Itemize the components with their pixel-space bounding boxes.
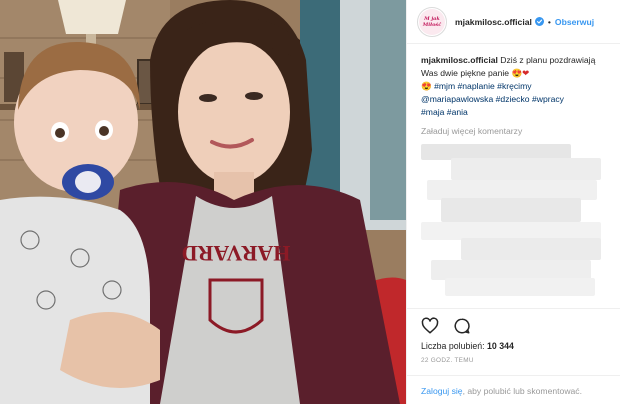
avatar-logo: M jak Miłość: [419, 8, 445, 35]
post-actions-section: Liczba polubień: 10 344 22 GODZ. TEMU Za…: [407, 308, 620, 404]
post-caption: mjakmilosc.official Dziś z planu pozdraw…: [421, 54, 613, 119]
likes-label: Liczba polubień:: [421, 341, 488, 351]
follow-button[interactable]: Obserwuj: [555, 17, 594, 27]
comment-icon[interactable]: [453, 317, 471, 335]
login-prompt-text: , aby polubić lub skomentować.: [462, 385, 582, 396]
hashtag-link[interactable]: #wpracy: [532, 94, 564, 104]
header-separator: •: [547, 16, 551, 27]
action-icons: [421, 317, 471, 335]
heart-icon[interactable]: [421, 317, 439, 335]
load-more-comments-link[interactable]: Załaduj więcej komentarzy: [421, 126, 522, 136]
hashtag-link[interactable]: #dziecko: [496, 94, 530, 104]
caption-emoji-1: 😍❤: [511, 68, 530, 78]
profile-avatar[interactable]: M jak Miłość: [417, 6, 447, 37]
hashtag-link[interactable]: #ania: [447, 107, 468, 117]
hashtag-link[interactable]: #naplanie: [458, 81, 495, 91]
login-prompt: Zaloguj się, aby polubić lub skomentować…: [407, 375, 620, 404]
post-header: M jak Miłość mjakmilosc.official • Obser…: [407, 0, 620, 44]
login-link[interactable]: Zaloguj się: [421, 386, 463, 396]
hashtag-link[interactable]: #mjm: [434, 81, 455, 91]
hashtag-link[interactable]: #maja: [421, 107, 444, 117]
post-timestamp[interactable]: 22 GODZ. TEMU: [421, 357, 474, 364]
header-username[interactable]: mjakmilosc.official: [455, 17, 532, 27]
caption-username[interactable]: mjakmilosc.official: [421, 55, 498, 65]
likes-count[interactable]: Liczba polubień: 10 344: [421, 341, 514, 351]
post-side-panel: M jak Miłość mjakmilosc.official • Obser…: [406, 0, 620, 404]
verified-badge-icon: [534, 17, 544, 26]
caption-emoji-2: 😍: [421, 81, 432, 91]
blurred-comments-area: [421, 140, 613, 300]
mention-link[interactable]: @mariapawlowska: [421, 94, 493, 104]
post-photo-illustration: HARVARD: [0, 0, 406, 404]
hashtag-link[interactable]: #kręcimy: [497, 81, 531, 91]
post-photo[interactable]: HARVARD: [0, 0, 406, 404]
svg-text:HARVARD: HARVARD: [182, 241, 291, 266]
likes-number: 10 344: [487, 341, 514, 351]
